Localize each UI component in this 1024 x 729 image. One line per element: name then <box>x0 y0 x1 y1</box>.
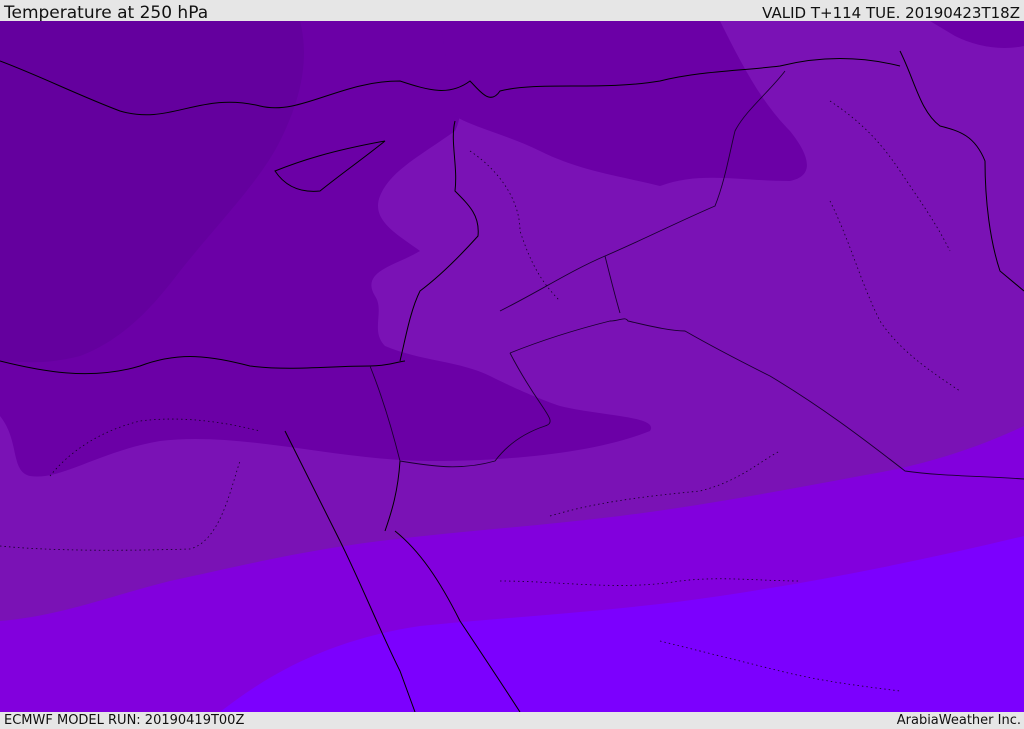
map-canvas <box>0 21 1024 712</box>
model-run: ECMWF MODEL RUN: 20190419T00Z <box>4 713 245 728</box>
map-footer: ECMWF MODEL RUN: 20190419T00Z ArabiaWeat… <box>0 712 1024 729</box>
credit: ArabiaWeather Inc. <box>896 713 1021 728</box>
map-title: Temperature at 250 hPa <box>4 3 209 23</box>
map-header: Temperature at 250 hPa VALID T+114 TUE. … <box>0 0 1024 23</box>
valid-time: VALID T+114 TUE. 20190423T18Z <box>762 4 1020 22</box>
temperature-map <box>0 21 1024 712</box>
